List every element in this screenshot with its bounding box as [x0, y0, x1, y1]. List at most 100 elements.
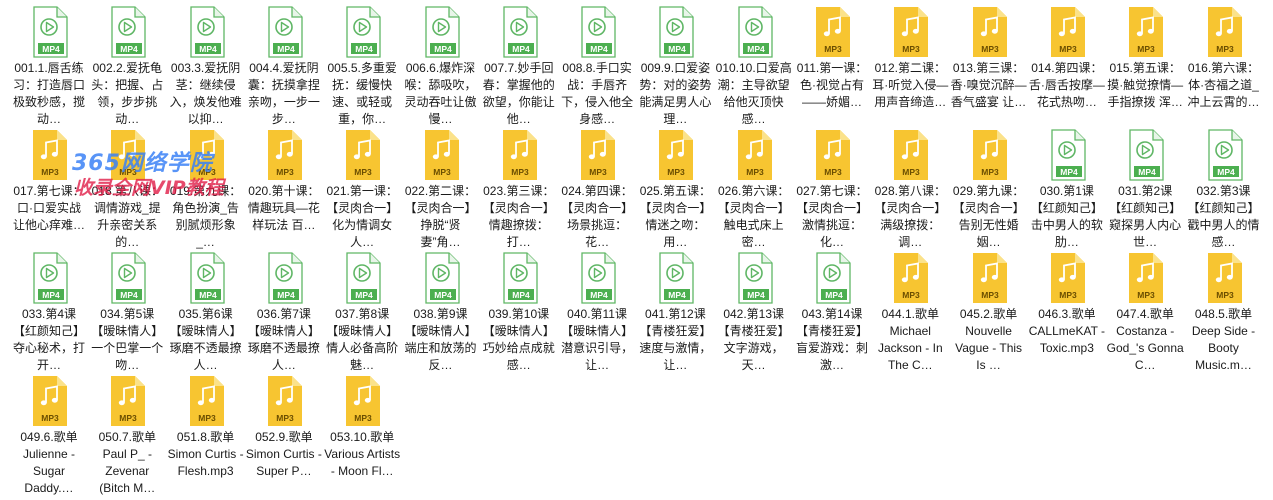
- svg-text:MP3: MP3: [198, 413, 216, 423]
- file-item[interactable]: MP4 039.第10课【暧昧情人】巧妙给点成就感…: [480, 250, 558, 372]
- file-item[interactable]: MP4 006.6.爆炸深喉：舔吸吹，灵动吞吐让傲慢…: [402, 4, 480, 126]
- file-item[interactable]: MP3 017.第七课：口·口爱实战 让他心痒难…: [10, 127, 88, 245]
- file-item[interactable]: MP4 031.第2课【红颜知己】窥探男人内心世…: [1106, 127, 1184, 249]
- file-name: 050.7.歌单 Paul P_ - Zevenar (Bitch M…: [98, 430, 156, 495]
- svg-text:MP3: MP3: [589, 167, 607, 177]
- file-name: 026.第六课：【灵肉合一】触电式床上密…: [717, 184, 790, 249]
- file-item[interactable]: MP3 011.第一课：色·视觉占有——娇媚…: [793, 4, 871, 122]
- file-name: 043.第14课【青楼狂爱】盲爱游戏：刺激…: [795, 307, 868, 372]
- svg-text:MP3: MP3: [1216, 290, 1234, 300]
- video-file-icon: MP4: [267, 6, 303, 58]
- audio-file-icon: MP3: [1050, 6, 1086, 58]
- file-item[interactable]: MP3 048.5.歌单 Deep Side - Booty Music.m…: [1185, 250, 1263, 372]
- svg-text:MP4: MP4: [747, 44, 765, 54]
- video-file-icon: MP4: [189, 252, 225, 304]
- file-item[interactable]: MP4 005.5.多重爱抚：缓慢快速、或轻或重，你…: [323, 4, 401, 126]
- file-item[interactable]: MP3 029.第九课：【灵肉合一】告别无性婚姻…: [950, 127, 1028, 249]
- file-name: 005.5.多重爱抚：缓慢快速、或轻或重，你…: [327, 61, 397, 126]
- file-item[interactable]: MP3 049.6.歌单 Julienne - Sugar Daddy.…: [10, 373, 88, 495]
- video-file-icon: MP4: [580, 6, 616, 58]
- file-item[interactable]: MP4 043.第14课【青楼狂爱】盲爱游戏：刺激…: [793, 250, 871, 372]
- file-name: 027.第七课：【灵肉合一】激情挑逗：化…: [795, 184, 868, 249]
- svg-text:MP4: MP4: [590, 44, 608, 54]
- file-item[interactable]: MP3 021.第一课：【灵肉合一】化为情调女人…: [323, 127, 401, 249]
- file-item[interactable]: MP3 014.第四课：舌·唇舌按摩—花式热吻…: [1028, 4, 1106, 122]
- file-item[interactable]: MP3 052.9.歌单 Simon Curtis - Super P…: [245, 373, 323, 491]
- file-item[interactable]: MP4 010.10.口爱高潮：主导欲望给他灭顶快感…: [715, 4, 793, 126]
- file-name: 044.1.歌单 Michael Jackson - In The C…: [877, 307, 943, 372]
- file-item[interactable]: MP4 030.第1课【红颜知己】击中男人的软肋…: [1028, 127, 1106, 249]
- file-item[interactable]: MP4 041.第12课【青楼狂爱】速度与激情，让…: [636, 250, 714, 372]
- svg-text:MP4: MP4: [512, 290, 530, 300]
- audio-file-icon: MP3: [1207, 6, 1243, 58]
- audio-file-icon: MP3: [893, 129, 929, 181]
- svg-text:MP3: MP3: [1059, 44, 1077, 54]
- file-name: 038.第9课【暧昧情人】端庄和放荡的反…: [404, 307, 477, 372]
- file-name: 022.第二课：【灵肉合一】挣脱“贤妻”角…: [404, 184, 477, 249]
- file-item[interactable]: MP3 047.4.歌单 Costanza - God_'s Gonna C…: [1106, 250, 1184, 372]
- file-item[interactable]: MP3 015.第五课：摸·触觉撩情—手指撩拨 浑…: [1106, 4, 1184, 122]
- file-name: 030.第1课【红颜知己】击中男人的软肋…: [1030, 184, 1103, 249]
- file-item[interactable]: MP3 019.第九课：角色扮演_告别腻烦形象_…: [167, 127, 245, 249]
- file-item[interactable]: MP3 026.第六课：【灵肉合一】触电式床上密…: [715, 127, 793, 249]
- file-name: 047.4.歌单 Costanza - God_'s Gonna C…: [1106, 307, 1184, 372]
- file-name: 028.第八课：【灵肉合一】满级撩拨：调…: [874, 184, 947, 249]
- file-item[interactable]: MP3 013.第三课：香·嗅觉沉醉—香气盛宴 让…: [950, 4, 1028, 122]
- file-item[interactable]: MP3 023.第三课：【灵肉合一】情趣撩拨：打…: [480, 127, 558, 249]
- file-item[interactable]: MP3 053.10.歌单 Various Artists - Moon Fl…: [323, 373, 401, 491]
- svg-text:MP3: MP3: [354, 413, 372, 423]
- file-name: 023.第三课：【灵肉合一】情趣撩拨：打…: [482, 184, 555, 249]
- svg-text:MP3: MP3: [903, 290, 921, 300]
- file-item[interactable]: MP3 046.3.歌单 CALLmeKAT - Toxic.mp3: [1028, 250, 1106, 368]
- file-item[interactable]: MP3 045.2.歌单 Nouvelle Vague - This Is …: [950, 250, 1028, 372]
- file-item[interactable]: MP4 032.第3课【红颜知己】戳中男人的情感…: [1185, 127, 1263, 249]
- audio-file-icon: MP3: [110, 129, 146, 181]
- file-item[interactable]: MP4 042.第13课 【青楼狂爱】文字游戏，天…: [715, 250, 793, 372]
- file-item[interactable]: MP4 036.第7课【暧昧情人】琢磨不透最撩人…: [245, 250, 323, 372]
- file-item[interactable]: MP3 051.8.歌单 Simon Curtis - Flesh.mp3: [167, 373, 245, 491]
- audio-file-icon: MP3: [424, 129, 460, 181]
- file-item[interactable]: MP3 016.第六课：体·杏福之道_冲上云霄的…: [1185, 4, 1263, 122]
- file-item[interactable]: MP3 012.第二课：耳·听觉入侵—用声音缔造…: [871, 4, 949, 122]
- file-item[interactable]: MP3 027.第七课：【灵肉合一】激情挑逗：化…: [793, 127, 871, 249]
- file-item[interactable]: MP3 025.第五课：【灵肉合一】情迷之吻：用…: [636, 127, 714, 249]
- file-item[interactable]: MP3 022.第二课：【灵肉合一】挣脱“贤妻”角…: [402, 127, 480, 249]
- video-file-icon: MP4: [32, 252, 68, 304]
- file-item[interactable]: MP3 024.第四课：【灵肉合一】场景挑逗：花…: [558, 127, 636, 249]
- svg-text:MP4: MP4: [434, 44, 452, 54]
- file-name: 041.第12课【青楼狂爱】速度与激情，让…: [639, 307, 712, 372]
- svg-text:MP4: MP4: [121, 44, 139, 54]
- svg-text:MP4: MP4: [355, 44, 373, 54]
- svg-text:MP3: MP3: [668, 167, 686, 177]
- file-item[interactable]: MP4 001.1.唇舌练习：打造唇口极致秒感，搅动…: [10, 4, 88, 126]
- file-item[interactable]: MP4 034.第5课【暧昧情人】一个巴掌一个吻…: [88, 250, 166, 372]
- file-name: 011.第一课：色·视觉占有——娇媚…: [796, 61, 868, 109]
- file-item[interactable]: MP3 018.第八课：调情游戏_提升亲密关系的…: [88, 127, 166, 249]
- file-item[interactable]: MP4 040.第11课【暧昧情人】潜意识引导，让…: [558, 250, 636, 372]
- file-item[interactable]: MP4 037.第8课【暧昧情人】情人必备高阶魅…: [323, 250, 401, 372]
- file-item[interactable]: MP3 020.第十课：情趣玩具—花样玩法 百…: [245, 127, 323, 245]
- file-item[interactable]: MP4 008.8.手口实战：手唇齐下，侵入他全身感…: [558, 4, 636, 126]
- file-item[interactable]: MP4 033.第4课【红颜知己】夺心秘术，打开…: [10, 250, 88, 372]
- file-name: 036.第7课【暧昧情人】琢磨不透最撩人…: [247, 307, 320, 372]
- svg-text:MP4: MP4: [1217, 167, 1235, 177]
- file-item[interactable]: MP4 007.7.妙手回春：掌握他的欲望，你能让他…: [480, 4, 558, 126]
- file-item[interactable]: MP4 035.第6课【暧昧情人】琢磨不透最撩人…: [167, 250, 245, 372]
- file-item[interactable]: MP4 009.9.口爱姿势：对的姿势能满足男人心理…: [636, 4, 714, 126]
- file-item[interactable]: MP4 002.2.爱抚龟头：把握、占领，步步挑动…: [88, 4, 166, 126]
- video-file-icon: MP4: [267, 252, 303, 304]
- file-name: 018.第八课：调情游戏_提升亲密关系的…: [91, 184, 163, 249]
- audio-file-icon: MP3: [737, 129, 773, 181]
- file-item[interactable]: MP3 044.1.歌单 Michael Jackson - In The C…: [871, 250, 949, 372]
- svg-text:MP4: MP4: [434, 290, 452, 300]
- file-item[interactable]: MP4 004.4.爱抚阴囊：抚摸拿捏亲吻，一步一步…: [245, 4, 323, 126]
- svg-text:MP3: MP3: [1137, 44, 1155, 54]
- file-item[interactable]: MP3 028.第八课：【灵肉合一】满级撩拨：调…: [871, 127, 949, 249]
- file-item[interactable]: MP4 038.第9课【暧昧情人】端庄和放荡的反…: [402, 250, 480, 372]
- file-item[interactable]: MP3 050.7.歌单 Paul P_ - Zevenar (Bitch M…: [88, 373, 166, 495]
- file-item[interactable]: MP4 003.3.爱抚阴茎：继续侵入，焕发他难以抑…: [167, 4, 245, 126]
- svg-text:MP4: MP4: [277, 290, 295, 300]
- audio-file-icon: MP3: [1207, 252, 1243, 304]
- video-file-icon: MP4: [658, 6, 695, 58]
- file-name: 029.第九课：【灵肉合一】告别无性婚姻…: [952, 184, 1025, 249]
